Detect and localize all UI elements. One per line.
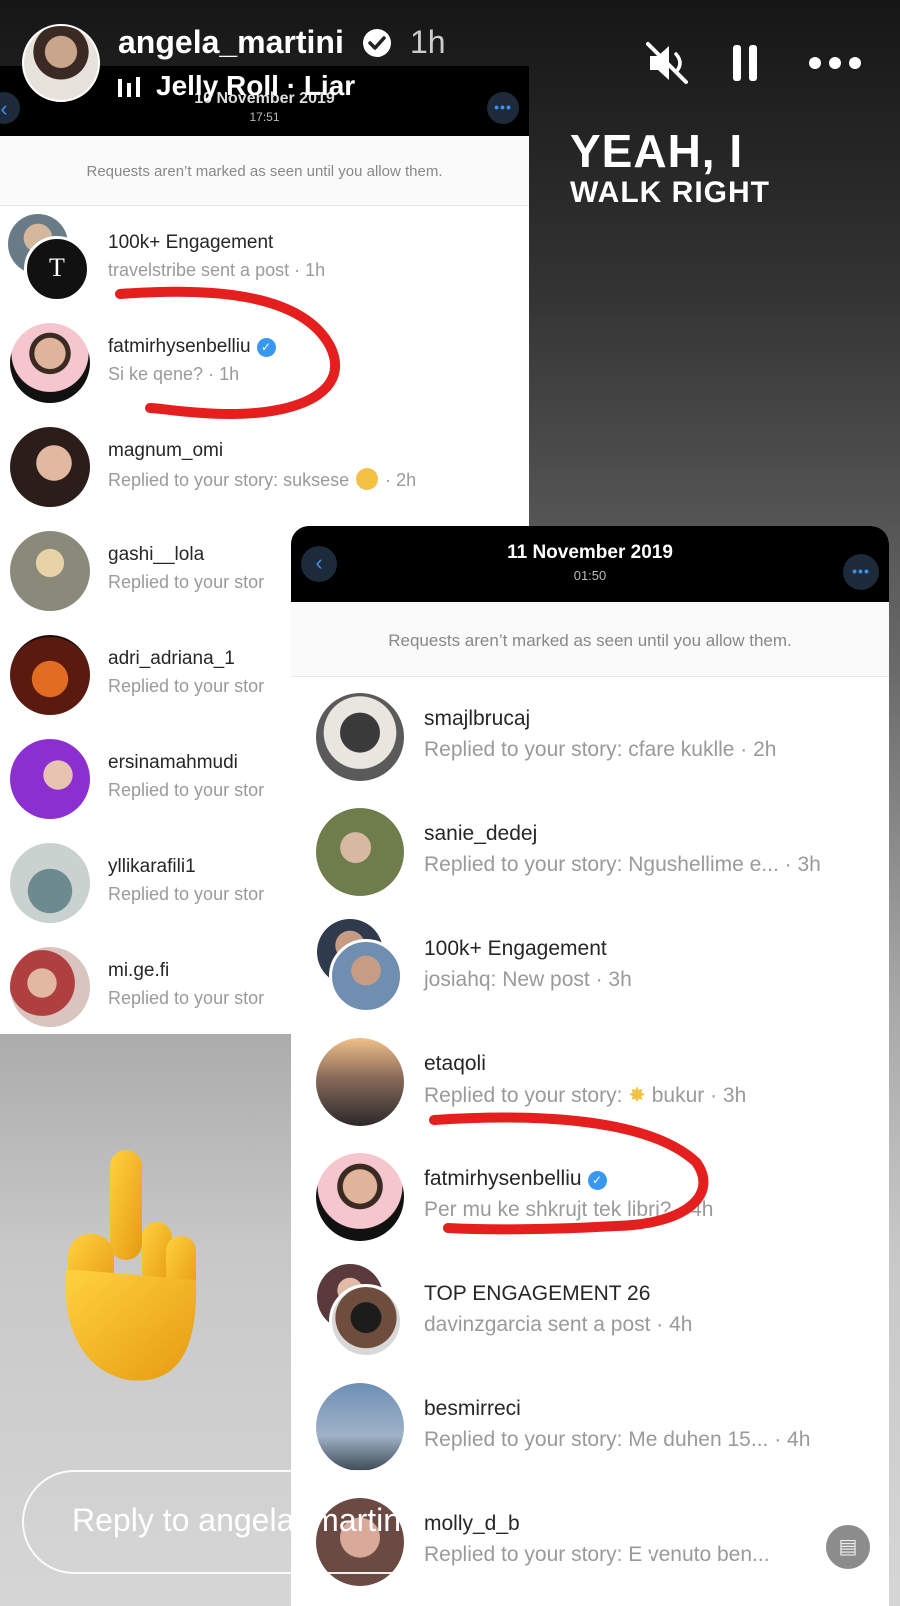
message-preview: Per mu ke shkrujt tek libri? · 4h — [424, 1198, 714, 1221]
username: besmirreci — [424, 1397, 521, 1420]
username: 100k+ Engagement — [108, 232, 274, 253]
message-preview: Replied to your stor — [108, 884, 265, 904]
story-overlay-text-line1: YEAH, I — [570, 125, 744, 177]
message-preview: Replied to your story: ✸ bukur · 3h — [424, 1083, 746, 1108]
music-bars-icon — [118, 77, 140, 97]
username: 100k+ Engagement — [424, 937, 607, 960]
pause-icon[interactable] — [722, 40, 768, 86]
avatar — [10, 635, 90, 715]
story-username[interactable]: angela_martini — [118, 24, 344, 61]
reply-input[interactable]: Reply to angela_martini... — [22, 1470, 664, 1574]
message-preview: Replied to your story: Me duhen 15... · … — [424, 1428, 811, 1451]
list-item: fatmirhysenbelliu ✓ Per mu ke shkrujt tek… — [291, 1137, 889, 1252]
avatar — [329, 939, 403, 1013]
message-preview: davinzgarcia sent a post · 4h — [424, 1313, 693, 1336]
list-item: sanie_dedej Replied to your story: Ngush… — [291, 792, 889, 907]
avatar — [316, 808, 404, 896]
message-time: · 2h — [385, 470, 417, 490]
avatar — [10, 947, 90, 1027]
username: mi.ge.fi — [108, 960, 170, 981]
message-preview: josiahq: New post · 3h — [424, 968, 632, 991]
message-preview: Replied to your stor — [108, 780, 265, 800]
avatar — [10, 739, 90, 819]
story-overlay-text-line2: WALK RIGHT — [570, 176, 770, 209]
requests-notice: Requests aren’t marked as seen until you… — [291, 602, 889, 677]
back-arrow-icon: ‹ — [301, 546, 337, 582]
avatar — [329, 1284, 403, 1358]
list-item: magnum_omi Replied to your story: sukses… — [0, 414, 529, 518]
message-time: bukur · 3h — [651, 1084, 747, 1107]
avatar — [10, 427, 90, 507]
screenshot-header: ‹ 11 November 2019 01:50 ••• — [291, 526, 889, 602]
verified-icon: ✓ — [587, 1171, 607, 1190]
username: yllikarafili1 — [108, 856, 196, 877]
more-icon: ••• — [843, 554, 879, 590]
list-item: besmirreci Replied to your story: Me duh… — [291, 1367, 889, 1482]
avatar-logo: T — [24, 236, 90, 302]
requests-notice: Requests aren’t marked as seen until you… — [0, 136, 529, 206]
message-preview: Replied to your story: Ngushellime e... … — [424, 853, 821, 876]
mute-icon[interactable] — [644, 40, 690, 86]
username: smajlbrucaj — [424, 707, 531, 730]
dm-requests-screenshot-2: ‹ 11 November 2019 01:50 ••• Requests ar… — [291, 526, 889, 1606]
message-preview-text: Replied to your story: suksese — [108, 470, 350, 490]
message-preview: Replied to your story: suksese · 2h — [108, 468, 416, 491]
sparkle-star-emoji-icon: ✸ — [628, 1084, 646, 1107]
username: fatmirhysenbelliu ✓ — [108, 336, 276, 358]
verified-icon: ✓ — [256, 338, 276, 357]
username: gashi__lola — [108, 544, 205, 565]
list-item: etaqoli Replied to your story: ✸ bukur ·… — [291, 1022, 889, 1137]
username: etaqoli — [424, 1052, 486, 1075]
message-preview: travelstribe sent a post · 1h — [108, 260, 326, 280]
caption-icon[interactable]: ▤ — [826, 1525, 870, 1569]
username: ersinamahmudi — [108, 752, 238, 773]
list-item: 100k+ Engagement josiahq: New post · 3h — [291, 907, 889, 1022]
message-preview: Replied to your stor — [108, 988, 265, 1008]
story-time-ago: 1h — [410, 24, 446, 60]
list-item: smajlbrucaj Replied to your story: cfare… — [291, 677, 889, 792]
username: adri_adriana_1 — [108, 648, 235, 669]
verified-icon — [363, 29, 391, 57]
message-preview-text: Replied to your story: — [424, 1084, 623, 1107]
username: fatmirhysenbelliu ✓ — [424, 1167, 607, 1191]
avatar — [10, 843, 90, 923]
avatar — [316, 1383, 404, 1471]
message-preview: Replied to your story: cfare kuklle · 2h — [424, 738, 777, 761]
heart-icon[interactable] — [704, 1494, 764, 1550]
reply-placeholder: Reply to angela_martini... — [72, 1502, 435, 1538]
message-preview: Replied to your stor — [108, 676, 265, 696]
avatar — [316, 1038, 404, 1126]
list-item: T 100k+ Engagement travelstribe sent a p… — [0, 206, 529, 310]
more-options-icon[interactable] — [806, 40, 864, 86]
username-text: fatmirhysenbelliu — [108, 336, 251, 357]
message-preview: Replied to your stor — [108, 572, 265, 592]
list-item: fatmirhysenbelliu ✓ Si ke qene? · 1h — [0, 310, 529, 414]
username: sanie_dedej — [424, 822, 538, 845]
avatar — [10, 323, 90, 403]
story-header: angela_martini 1h Jelly Roll · Liar — [0, 0, 900, 130]
avatar — [316, 1153, 404, 1241]
avatar — [316, 693, 404, 781]
avatar[interactable] — [22, 24, 100, 102]
grimace-emoji-icon — [356, 468, 379, 490]
username: magnum_omi — [108, 440, 224, 461]
middle-finger-emoji — [65, 1150, 197, 1381]
message-preview: Si ke qene? · 1h — [108, 364, 240, 384]
header-time: 01:50 — [573, 568, 607, 583]
username-text: fatmirhysenbelliu — [424, 1167, 582, 1190]
music-label[interactable]: Jelly Roll · Liar — [156, 70, 355, 102]
header-date: 11 November 2019 — [507, 542, 673, 563]
avatar — [10, 531, 90, 611]
username: TOP ENGAGEMENT 26 — [424, 1282, 651, 1305]
list-item: TOP ENGAGEMENT 26 davinzgarcia sent a po… — [291, 1252, 889, 1367]
story-viewer: YEAH, I WALK RIGHT ‹ 10 November 2019 17… — [0, 0, 900, 1606]
